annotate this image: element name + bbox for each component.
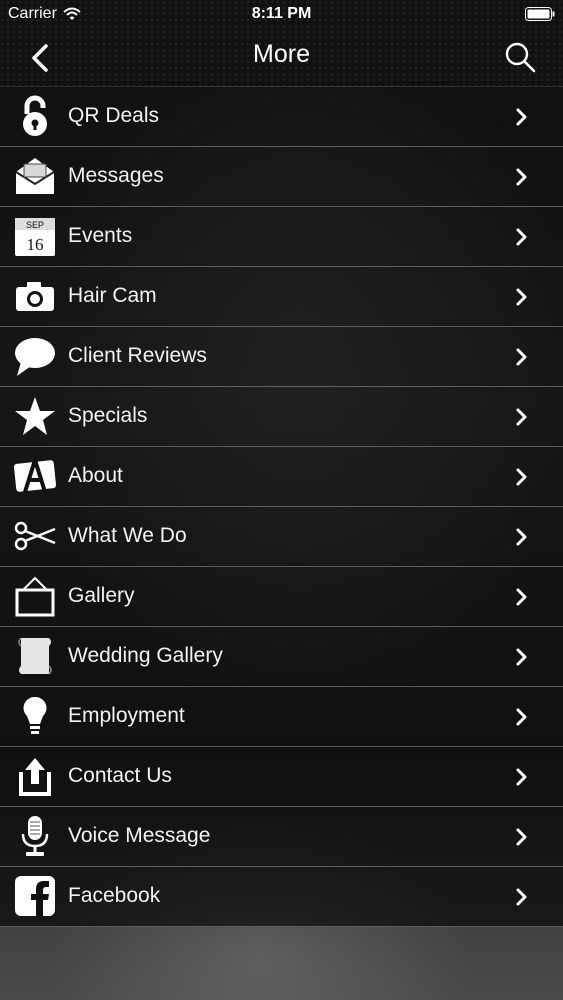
menu-item-messages[interactable]: Messages — [0, 147, 563, 207]
menu-item-label: Specials — [68, 404, 148, 427]
chevron-right-icon — [516, 828, 527, 846]
menu-item-label: Employment — [68, 704, 185, 727]
status-time: 8:11 PM — [251, 5, 312, 22]
search-button[interactable] — [503, 40, 537, 76]
menu-item-gallery[interactable]: Gallery — [0, 567, 563, 627]
chevron-right-icon — [516, 108, 527, 126]
picture-frame-icon — [15, 576, 55, 617]
chevron-right-icon — [516, 348, 527, 366]
chevron-right-icon — [516, 648, 527, 666]
menu-item-label: Hair Cam — [68, 284, 157, 307]
chevron-right-icon — [516, 408, 527, 426]
upload-icon — [19, 758, 51, 796]
camera-icon — [16, 282, 54, 311]
menu-item-wedding-gallery[interactable]: Wedding Gallery — [0, 627, 563, 687]
calendar-icon: SEP 16 — [15, 218, 55, 256]
battery-icon — [525, 7, 555, 21]
svg-text:SEP: SEP — [26, 220, 44, 230]
menu-item-label: Messages — [68, 164, 164, 187]
menu-item-contact-us[interactable]: Contact Us — [0, 747, 563, 807]
lock-icon — [23, 95, 47, 136]
navigation-bar: More — [0, 30, 563, 86]
chevron-right-icon — [516, 228, 527, 246]
chevron-right-icon — [516, 468, 527, 486]
menu-item-qr-deals[interactable]: QR Deals — [0, 87, 563, 147]
chevron-right-icon — [516, 888, 527, 906]
menu-item-label: Gallery — [68, 584, 135, 607]
menu-item-label: Voice Message — [68, 824, 211, 847]
microphone-icon — [21, 816, 49, 856]
menu-item-what-we-do[interactable]: What We Do — [0, 507, 563, 567]
menu-item-client-reviews[interactable]: Client Reviews — [0, 327, 563, 387]
star-icon — [15, 397, 55, 435]
status-bar: Carrier 8:11 PM — [0, 0, 563, 30]
chevron-right-icon — [516, 288, 527, 306]
chevron-right-icon — [516, 528, 527, 546]
svg-text:16: 16 — [27, 235, 44, 254]
menu-item-voice-message[interactable]: Voice Message — [0, 807, 563, 867]
menu-item-label: Wedding Gallery — [68, 644, 223, 667]
header: Carrier 8:11 PM More — [0, 0, 563, 86]
envelope-icon — [15, 158, 55, 194]
menu-item-events[interactable]: SEP 16 Events — [0, 207, 563, 267]
facebook-icon — [15, 876, 55, 916]
menu-item-facebook[interactable]: Facebook — [0, 867, 563, 927]
chevron-right-icon — [516, 768, 527, 786]
scissors-icon — [14, 521, 56, 551]
scroll-icon — [18, 637, 52, 675]
menu-item-label: What We Do — [68, 524, 187, 547]
page-title: More — [253, 40, 310, 68]
chevron-right-icon — [516, 588, 527, 606]
menu-item-hair-cam[interactable]: Hair Cam — [0, 267, 563, 327]
about-icon — [13, 454, 57, 493]
chevron-right-icon — [516, 708, 527, 726]
menu-item-label: About — [68, 464, 123, 487]
menu-item-specials[interactable]: Specials — [0, 387, 563, 447]
menu-list: QR Deals Messages SEP 16 Events Hair Cam — [0, 87, 563, 927]
lightbulb-icon — [23, 696, 47, 734]
speech-bubble-icon — [15, 338, 55, 376]
menu-item-label: QR Deals — [68, 104, 160, 127]
chevron-right-icon — [516, 168, 527, 186]
menu-item-about[interactable]: About — [0, 447, 563, 507]
menu-item-label: Client Reviews — [68, 344, 207, 367]
menu-item-label: Facebook — [68, 884, 161, 907]
menu-item-label: Events — [68, 224, 133, 247]
menu-item-label: Contact Us — [68, 764, 172, 787]
menu-item-employment[interactable]: Employment — [0, 687, 563, 747]
